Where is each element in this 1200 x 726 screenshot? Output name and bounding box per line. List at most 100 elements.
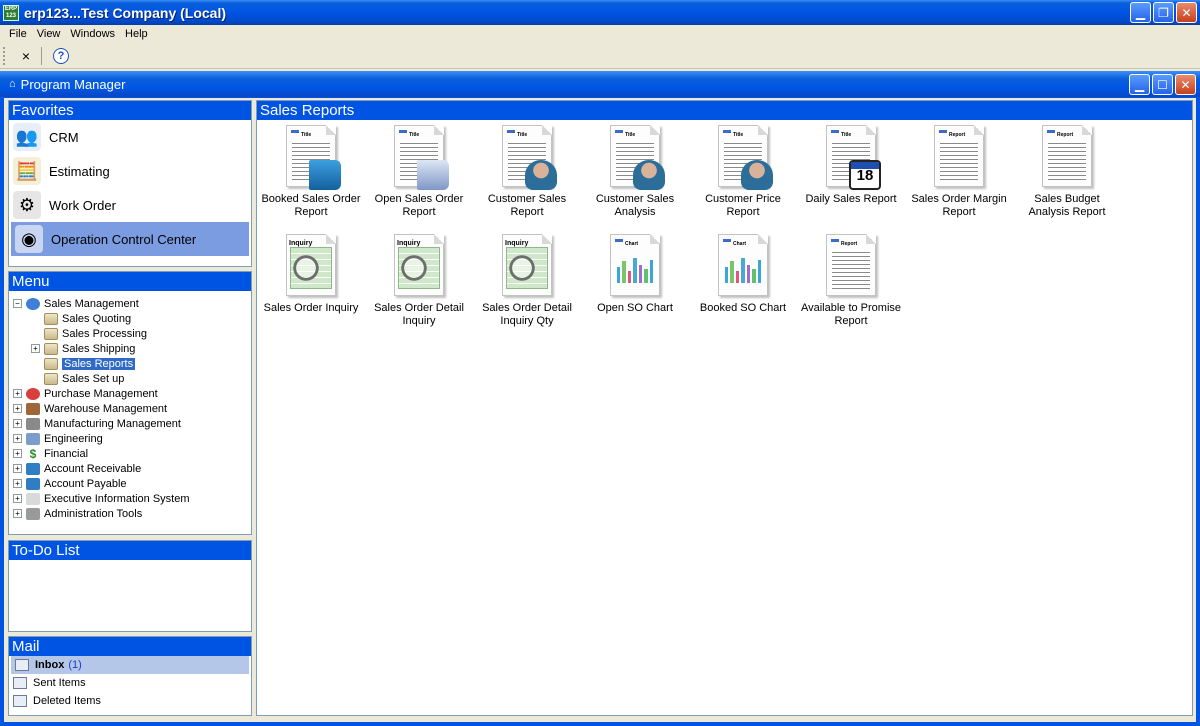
tree-item-label: Engineering — [44, 432, 103, 445]
expand-icon[interactable]: + — [31, 344, 40, 353]
report-item[interactable]: Report Available to Promise Report — [797, 234, 905, 328]
close-icon[interactable]: × — [15, 45, 37, 67]
app-icon: ERP 123 — [3, 4, 19, 21]
report-label: Daily Sales Report — [805, 193, 897, 205]
report-label: Booked SO Chart — [699, 302, 787, 314]
menu-view[interactable]: View — [32, 28, 66, 40]
report-document-icon: Report — [826, 234, 876, 296]
expand-icon[interactable]: + — [13, 449, 22, 458]
tree-item[interactable]: + Engineering — [13, 431, 251, 446]
menu-windows[interactable]: Windows — [65, 28, 120, 40]
expand-icon[interactable]: + — [13, 419, 22, 428]
mail-folder-icon — [13, 677, 27, 689]
favorite-item[interactable]: 👥 CRM — [9, 120, 251, 154]
tree-item[interactable]: + Warehouse Management — [13, 401, 251, 416]
report-item[interactable]: Inquiry Sales Order Detail Inquiry — [365, 234, 473, 328]
tree-item-label: Sales Reports — [62, 357, 136, 370]
report-item[interactable]: Chart Booked SO Chart — [689, 234, 797, 315]
tree-item[interactable]: + Purchase Management — [13, 386, 251, 401]
favorite-item[interactable]: ⚙ Work Order — [9, 188, 251, 222]
pm-minimize-button[interactable]: ▁ — [1129, 74, 1150, 95]
chart-bar — [627, 271, 632, 283]
tree-item-label: Executive Information System — [44, 492, 190, 505]
menu-tree: − Sales Management Sales Quoting Sales Proc… — [9, 291, 251, 521]
report-item[interactable]: Title Customer Price Report — [689, 125, 797, 219]
warehouse-icon — [26, 402, 40, 415]
report-item[interactable]: Title Open Sales Order Report — [365, 125, 473, 219]
tree-item-label: Financial — [44, 447, 89, 460]
chart-tag: Chart — [733, 241, 747, 247]
mail-folder-item[interactable]: Inbox (1) — [11, 656, 249, 674]
expand-icon[interactable]: + — [13, 404, 22, 413]
home-icon: ⌂ — [9, 78, 16, 90]
report-item[interactable]: Chart Open SO Chart — [581, 234, 689, 315]
help-button[interactable]: ? — [50, 45, 72, 67]
tree-item[interactable]: + Administration Tools — [13, 506, 251, 521]
chart-bar — [649, 259, 653, 283]
mail-folder-icon — [13, 695, 27, 707]
report-item[interactable]: Report Sales Budget Analysis Report — [1013, 125, 1121, 219]
favorites-list: 👥 CRM 🧮 Estimating ⚙ Work Order ◉ Operation Con… — [9, 120, 251, 256]
book-icon — [309, 160, 341, 190]
program-manager-titlebar[interactable]: ⌂ Program Manager ▁ ☐ ✕ — [0, 71, 1200, 97]
purchase-icon — [26, 387, 40, 400]
menu-header: Menu — [9, 272, 251, 291]
tree-item[interactable]: + Account Receivable — [13, 461, 251, 476]
magnifier-icon — [397, 251, 431, 285]
mail-folder-icon — [15, 659, 29, 671]
expand-icon[interactable]: + — [13, 464, 22, 473]
tree-item[interactable]: Sales Set up — [13, 371, 251, 386]
tree-item[interactable]: + Manufacturing Management — [13, 416, 251, 431]
chart-bar — [725, 267, 729, 283]
tree-item[interactable]: Sales Reports — [13, 356, 251, 371]
inquiry-document-icon: Inquiry — [286, 234, 336, 296]
mail-folder-item[interactable]: Deleted Items — [9, 692, 251, 710]
favorite-item[interactable]: ◉ Operation Control Center — [11, 222, 249, 256]
report-label: Open SO Chart — [597, 302, 673, 314]
tree-item[interactable]: Sales Quoting — [13, 311, 251, 326]
report-item[interactable]: Inquiry Sales Order Inquiry — [257, 234, 365, 315]
pm-close-button[interactable]: ✕ — [1175, 74, 1196, 95]
toolbar-grip[interactable] — [3, 46, 7, 65]
globe-icon — [26, 297, 40, 310]
window-titlebar[interactable]: ERP 123 erp123...Test Company (Local) ▁ … — [0, 0, 1200, 25]
favorite-item[interactable]: 🧮 Estimating — [9, 154, 251, 188]
minimize-button[interactable]: ▁ — [1130, 2, 1151, 23]
tree-item[interactable]: + Sales Shipping — [13, 341, 251, 356]
expand-icon[interactable]: + — [13, 494, 22, 503]
chart-bar — [617, 267, 621, 283]
people-icon: 👥 — [13, 123, 41, 151]
todo-header: To-Do List — [9, 541, 251, 560]
close-button[interactable]: ✕ — [1176, 2, 1197, 23]
tree-item-label: Sales Processing — [62, 327, 147, 340]
window-title: erp123...Test Company (Local) — [24, 4, 227, 21]
expand-icon[interactable]: + — [13, 509, 22, 518]
menu-file[interactable]: File — [4, 28, 32, 40]
report-document-icon: Report — [1042, 125, 1092, 187]
tree-item[interactable]: + Account Payable — [13, 476, 251, 491]
report-item[interactable]: Title Customer Sales Analysis — [581, 125, 689, 219]
report-item[interactable]: Inquiry Sales Order Detail Inquiry Qty — [473, 234, 581, 328]
mail-folder-item[interactable]: Sent Items — [9, 674, 251, 692]
restore-button[interactable]: ❐ — [1153, 2, 1174, 23]
tree-item[interactable]: + Executive Information System — [13, 491, 251, 506]
expand-icon[interactable]: + — [13, 479, 22, 488]
mail-unread-count: (1) — [68, 659, 82, 671]
expand-icon[interactable]: + — [13, 434, 22, 443]
tree-item[interactable]: + $ Financial — [13, 446, 251, 461]
tree-item[interactable]: − Sales Management — [13, 296, 251, 311]
tree-item-label: Warehouse Management — [44, 402, 168, 415]
tree-item[interactable]: Sales Processing — [13, 326, 251, 341]
expand-icon[interactable]: + — [13, 389, 22, 398]
report-item[interactable]: Title Booked Sales Order Report — [257, 125, 365, 219]
report-item[interactable]: Title 18 Daily Sales Report — [797, 125, 905, 206]
tree-item-label: Sales Shipping — [62, 342, 136, 355]
report-item[interactable]: Title Customer Sales Report — [473, 125, 581, 219]
bar-chart-icon — [725, 257, 761, 283]
report-item[interactable]: Report Sales Order Margin Report — [905, 125, 1013, 219]
tree-item-label: Account Payable — [44, 477, 127, 490]
pm-maximize-button[interactable]: ☐ — [1152, 74, 1173, 95]
report-label: Available to Promise Report — [800, 302, 902, 327]
collapse-icon[interactable]: − — [13, 299, 22, 308]
menu-help[interactable]: Help — [120, 28, 153, 40]
